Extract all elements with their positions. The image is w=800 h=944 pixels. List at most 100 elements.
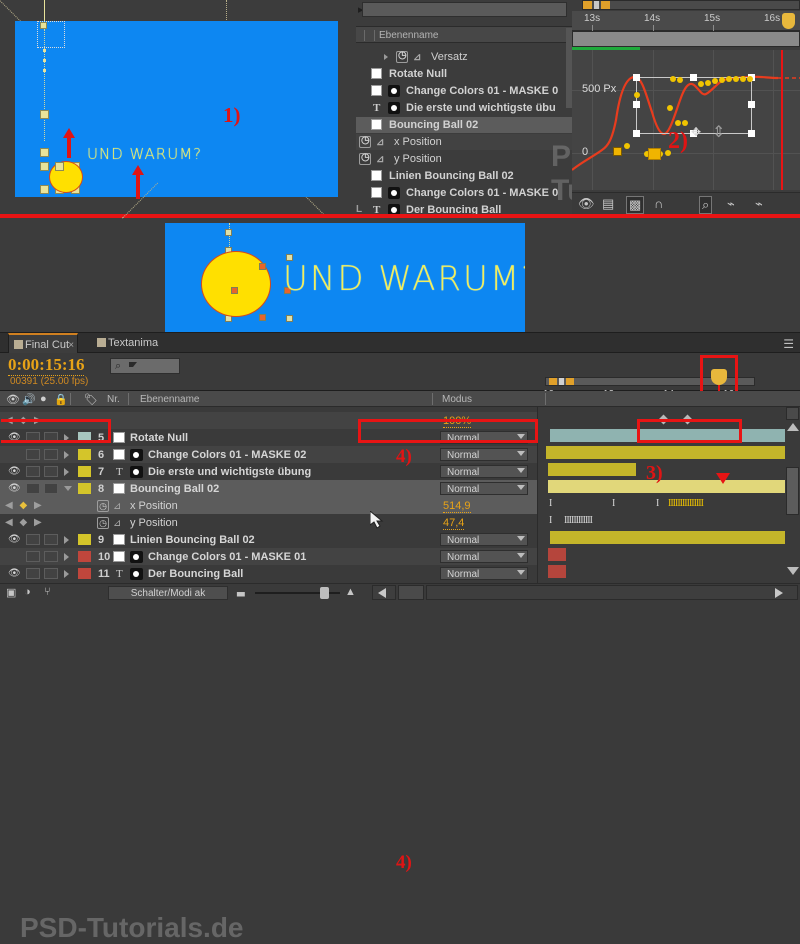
magnet-icon[interactable]: ∩ [654,196,663,211]
audio-icon[interactable]: 🔊 [22,393,36,406]
anchor-point-icon[interactable]: ✥ [691,125,701,139]
keyframe-selected[interactable] [648,148,661,160]
table-row-property-x-position[interactable]: ◀ ◆ ▶ ◷ ⊿ x Position 514,9 [0,497,537,514]
zoom-fit-icon[interactable]: ⌕ [699,196,713,214]
keyframe-dot[interactable] [667,105,673,111]
list-item[interactable]: Change Colors 01 - MASKE 0 [356,83,572,99]
stopwatch-icon[interactable]: ◷ [97,517,109,529]
keyframe-marker[interactable]: I [549,515,552,526]
list-item-selected[interactable]: Bouncing Ball 02 [356,117,572,133]
eye-icon[interactable]: 👁 [8,568,21,579]
label-color-swatch[interactable] [78,534,91,545]
list-item[interactable]: Rotate Null [356,66,572,82]
anchor-handle[interactable] [40,22,47,29]
selection-handle[interactable] [225,229,232,236]
graph-time-ruler[interactable]: 13s 14s 15s 16s [572,11,800,31]
keyframe-dot[interactable] [698,81,704,87]
graph-editor-icon[interactable]: ⑂ [44,586,51,598]
layer-name[interactable]: Die erste und wichtigste übung [148,466,311,478]
current-timecode[interactable]: 0:00:15:16 [8,355,85,376]
list-icon[interactable]: ▤ [602,196,614,212]
layer-name[interactable]: Bouncing Ball 02 [130,483,219,495]
play-button[interactable] [398,585,424,600]
label-tag-icon[interactable]: 🏷 [84,393,98,406]
table-row[interactable]: 👁 11 T Der Bouncing Ball Normal [0,565,537,582]
work-area-start[interactable] [549,378,557,385]
keyframe-marker[interactable]: I [612,498,615,509]
transform-handle[interactable] [748,101,755,108]
chevron-down-icon[interactable] [517,536,525,541]
keyframe-dot[interactable] [705,80,711,86]
table-row-property-y-position[interactable]: ◀ ◆ ▶ ◷ ⊿ y Position 47,4 [0,514,537,531]
layer-name[interactable]: Rotate Null [130,432,188,444]
label-color-swatch[interactable] [78,466,91,477]
keyframe-dot[interactable] [733,76,739,82]
timeline-bottom-bar[interactable]: ▣ ◑ ⑂ Schalter/Modi ak ▃ ▲ [0,583,800,601]
layer-bar[interactable] [548,548,566,561]
keyframe-marker[interactable]: I [549,498,552,509]
graph-icon[interactable]: ⊿ [413,52,421,63]
keyframe-dot[interactable] [726,76,732,82]
stopwatch-icon[interactable]: ◷ [97,500,109,512]
render-queue-icon[interactable]: ◑ [24,586,31,598]
mask-point[interactable] [259,263,266,270]
composition-canvas[interactable]: UND WARUM? 1) [15,0,338,199]
comp-button[interactable] [786,407,799,420]
transform-handle[interactable] [690,74,697,81]
keyframe-square[interactable] [613,147,622,156]
twirl-icon[interactable] [64,451,69,459]
layer-name[interactable]: Change Colors 01 - MASKE 01 [148,551,306,563]
table-row[interactable]: 👁 7 T Die erste und wichtigste übung Nor… [0,463,537,480]
eye-icon[interactable]: 👁 [8,466,21,477]
solo-toggle[interactable] [44,568,58,579]
ease-out-icon[interactable]: ⌁ [755,196,763,212]
ball-shape[interactable] [201,251,271,317]
left-arrow-icon[interactable] [378,588,386,598]
mask-point[interactable] [259,314,266,321]
tab-final-cut[interactable]: Final Cut × [8,333,79,353]
chevron-down-icon[interactable] [517,570,525,575]
selection-handle[interactable] [286,315,293,322]
stopwatch-icon[interactable] [359,135,371,148]
right-arrow-icon[interactable] [775,588,783,598]
search-input[interactable] [362,2,567,17]
table-row[interactable]: 👁 9 Linien Bouncing Ball 02 Normal [0,531,537,548]
property-value-y[interactable]: 47,4 [443,517,465,530]
graph-icon[interactable]: ⊿ [113,518,121,529]
table-row-selected[interactable]: 👁 8 Bouncing Ball 02 Normal [0,480,537,497]
keyframe-dot[interactable] [675,120,681,126]
selection-handle[interactable] [40,185,49,194]
keyframe-marker[interactable]: I [656,498,659,509]
audio-toggle[interactable] [26,483,40,494]
comp-flowchart-icon[interactable]: ▣ [6,586,16,599]
audio-toggle[interactable] [26,466,40,477]
solo-toggle[interactable] [44,483,58,494]
eye-icon[interactable]: 👁 [8,483,21,494]
selection-handle[interactable] [55,162,64,171]
list-item[interactable]: ⊿ Versatz [356,49,572,65]
graph-icon[interactable]: ⊿ [113,501,121,512]
audio-toggle[interactable] [26,568,40,579]
work-area-start[interactable] [583,1,592,9]
keyframe-cluster-selected[interactable]: IIIIIIIIIIIIIII [668,498,704,509]
blend-mode-select[interactable]: Normal [440,567,528,580]
layer-name[interactable]: Linien Bouncing Ball 02 [130,534,255,546]
blend-mode-select[interactable]: Normal [440,550,528,563]
layer-name[interactable]: Change Colors 01 - MASKE 02 [148,449,306,461]
work-area-end[interactable] [601,1,610,9]
blend-mode-select[interactable]: Normal [440,482,528,495]
chevron-down-icon[interactable] [517,468,525,473]
label-color-swatch[interactable] [78,551,91,562]
solo-toggle[interactable] [44,449,58,460]
twirl-icon[interactable] [64,553,69,561]
scrollbar-thumb[interactable] [786,467,799,515]
graph-editor-panel[interactable]: 13s 14s 15s 16s 500 Px 0 ✥ ⇕ 2) 👁 ▤ ▩ ∩ … [572,0,800,218]
table-row[interactable]: 6 Change Colors 01 - MASKE 02 Normal [0,446,537,463]
vertical-scrollbar-column[interactable] [785,407,800,583]
selection-handle[interactable] [40,162,49,171]
keyframe-dot[interactable] [740,76,746,82]
top-left-preview-panel[interactable]: UND WARUM? 1) [0,0,356,218]
eye-icon[interactable]: 👁 [578,196,595,212]
panel-menu-icon[interactable]: ☰ [783,337,794,351]
label-color-swatch[interactable] [78,568,91,579]
